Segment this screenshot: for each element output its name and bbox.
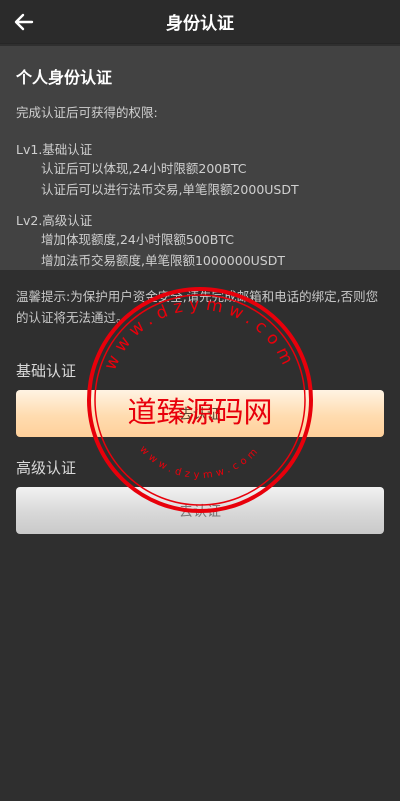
level-2-line-2: 增加法币交易额度,单笔限额1000000USDT xyxy=(41,253,285,268)
identity-verification-page: 身份认证 个人身份认证 完成认证后可获得的权限: Lv1.基础认证 认证后可以体… xyxy=(0,0,400,801)
level-1-line-1: 认证后可以体现,24小时限额200BTC xyxy=(41,161,247,176)
svg-text:www.dzymw.com: www.dzymw.com xyxy=(137,444,263,481)
level-2-line-1: 增加体现额度,24小时限额500BTC xyxy=(41,232,234,247)
card-subtitle: 完成认证后可获得的权限: xyxy=(16,105,158,120)
privileges-card: 个人身份认证 完成认证后可获得的权限: Lv1.基础认证 认证后可以体现,24小… xyxy=(0,46,400,270)
watermark-ring-bottom: www.dzymw.com xyxy=(137,444,259,481)
page-title: 身份认证 xyxy=(166,14,234,34)
level-1-line-2: 认证后可以进行法币交易,单笔限额2000USDT xyxy=(41,182,299,197)
basic-verification-label: 基础认证 xyxy=(16,362,77,380)
level-1-block: Lv1.基础认证 认证后可以体现,24小时限额200BTC 认证后可以进行法币交… xyxy=(16,141,384,200)
basic-verify-button[interactable]: 去认证 xyxy=(16,390,384,437)
advanced-verification-label: 高级认证 xyxy=(16,459,77,477)
level-2-name: Lv2.高级认证 xyxy=(16,213,93,228)
security-tip: 温馨提示:为保护用户资金安全,请先完成邮箱和电话的绑定,否则您的认证将无法通过。 xyxy=(16,289,379,325)
level-1-name: Lv1.基础认证 xyxy=(16,142,93,157)
back-button[interactable] xyxy=(8,6,40,38)
card-title: 个人身份认证 xyxy=(16,68,113,87)
advanced-verify-button[interactable]: 去认证 xyxy=(16,487,384,534)
arrow-left-icon xyxy=(14,13,34,31)
level-2-block: Lv2.高级认证 增加体现额度,24小时限额500BTC 增加法币交易额度,单笔… xyxy=(16,212,384,271)
top-bar: 身份认证 xyxy=(0,0,400,44)
